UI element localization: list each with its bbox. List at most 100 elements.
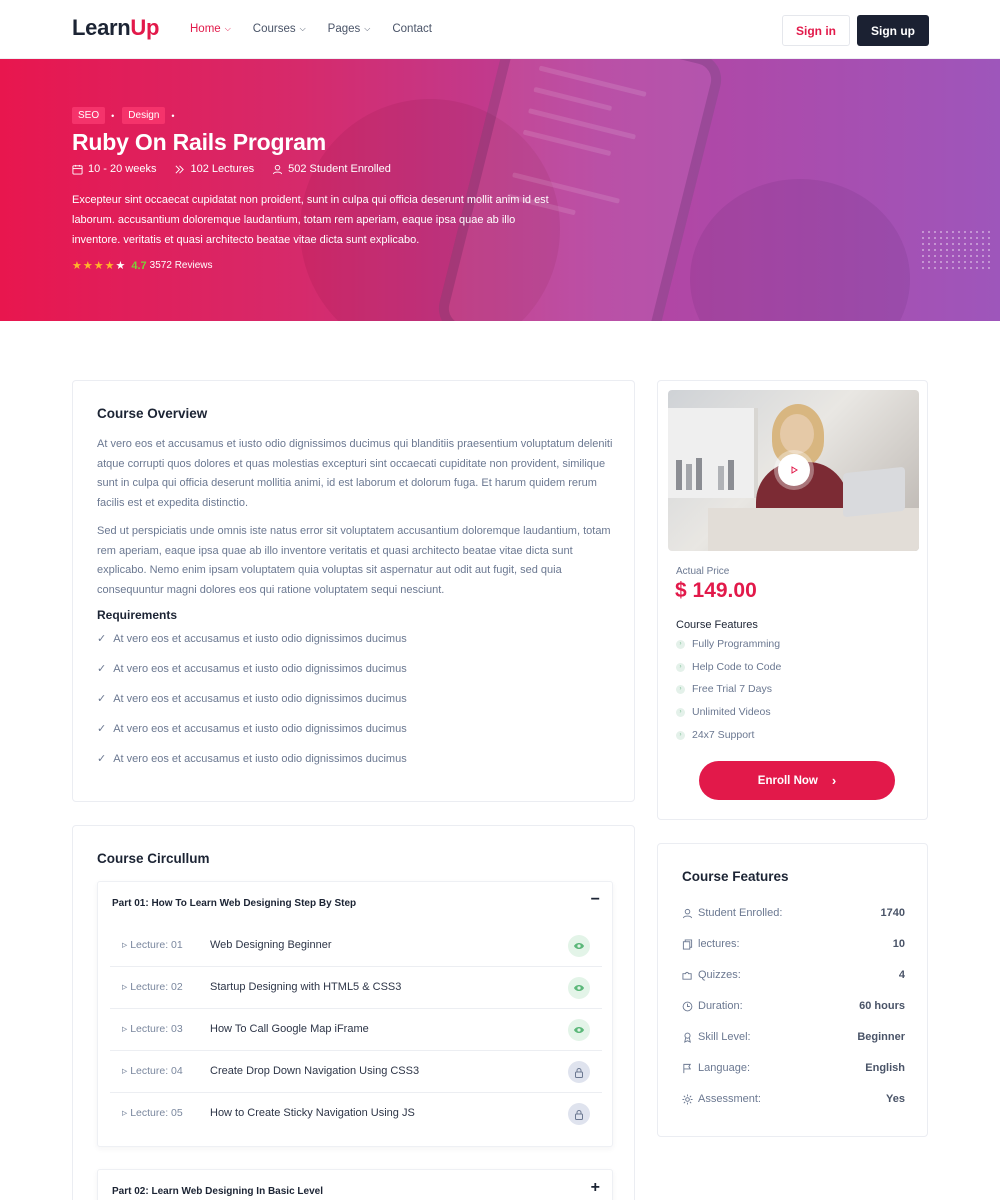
laptop-illustration [843,466,905,518]
eye-icon[interactable] [568,977,590,999]
rating: ★ ★ ★ ★ ★ 4.7 3572 Reviews [72,259,213,273]
check-icon: ✓ [97,663,107,675]
dot-pattern [920,229,990,269]
page-title: Ruby On Rails Program [72,129,326,155]
lecture-name: How To Call Google Map iFrame [210,1023,369,1035]
course-overview-card: Course Overview At vero eos et accusamus… [72,380,635,802]
play-button[interactable] [778,454,810,486]
lecture-number: ▹ Lecture: 02 [122,981,183,993]
course-meta: 10 - 20 weeks 102 Lectures 502 Student E… [72,163,409,175]
tag-list: SEO • Design • [72,107,183,124]
calendar-icon [72,164,83,175]
review-count[interactable]: 3572 Reviews [150,260,213,271]
check-icon: ✓ [97,693,107,705]
lecture-number: ▹ Lecture: 04 [122,1065,183,1077]
lecture-number: ▹ Lecture: 05 [122,1107,183,1119]
course-video-thumbnail[interactable] [668,390,919,551]
course-features-title: Course Features [682,869,789,884]
play-icon [791,466,798,474]
expand-icon[interactable]: + [591,1179,600,1197]
award-icon [684,1032,691,1043]
nav-home[interactable]: Home ⌵ [190,23,231,35]
top-header: LearnUp Home ⌵ Courses ⌵ Pages ⌵ Contact Si… [0,0,1000,59]
rating-value: 4.7 [131,259,147,272]
enroll-now-button[interactable]: Enroll Now › [699,761,895,800]
lecture-row[interactable]: ▹ Lecture: 04 Create Drop Down Navigatio… [110,1051,602,1093]
requirement-item: ✓ At vero eos et accusamus et iusto odio … [97,693,407,705]
meta-lectures: 102 Lectures [174,163,254,175]
stat-row: Duration: 60 hours [682,1000,905,1012]
user-icon [273,164,283,174]
lock-icon [568,1103,590,1125]
pricing-card: Actual Price $ 149.00 Course Features › F… [657,380,928,820]
lecture-number: ▹ Lecture: 01 [122,939,183,951]
features-title: Course Features [676,619,758,631]
curriculum-part: Part 01: How To Learn Web Designing Step… [97,881,613,1147]
course-price: $ 149.00 [675,579,757,602]
star-icon: ★ [72,260,82,272]
star-icon: ★ [104,260,115,272]
copy-icon [682,938,693,950]
nav-pages[interactable]: Pages ⌵ [328,23,371,35]
stat-row: Skill Level: Beginner [682,1031,905,1043]
lecture-row[interactable]: ▹ Lecture: 05 How to Create Sticky Navig… [110,1093,602,1135]
lecture-row[interactable]: ▹ Lecture: 01 Web Designing Beginner [110,925,602,967]
feature-item: › 24x7 Support [676,729,754,741]
chevron-right-icon: › [831,773,837,788]
part-title[interactable]: Part 02: Learn Web Designing In Basic Le… [112,1186,323,1197]
stat-row: Language: English [682,1062,905,1074]
curriculum-title: Course Circullum [97,851,210,866]
requirement-item: ✓ At vero eos et accusamus et iusto odio … [97,753,407,765]
lecture-row[interactable]: ▹ Lecture: 03 How To Call Google Map iFr… [110,1009,602,1051]
requirement-item: ✓ At vero eos et accusamus et iusto odio … [97,723,407,735]
lecture-name: Startup Designing with HTML5 & CSS3 [210,981,402,993]
star-half-icon: ★ [115,260,126,272]
collapse-icon[interactable]: − [591,891,600,909]
lock-icon [568,1061,590,1083]
chevron-down-icon: ⌵ [364,24,371,33]
star-icon: ★ [93,260,104,272]
logo[interactable]: LearnUp [72,15,159,41]
nav-courses[interactable]: Courses ⌵ [253,23,306,35]
eye-icon[interactable] [568,935,590,957]
sun-icon [682,1093,693,1105]
check-icon: ✓ [97,633,107,645]
course-features-card: Course Features Student Enrolled: 1740 l… [657,843,928,1137]
part-title[interactable]: Part 01: How To Learn Web Designing Step… [112,898,356,909]
main-nav: Home ⌵ Courses ⌵ Pages ⌵ Contact [190,23,454,35]
feature-item: › Help Code to Code [676,661,781,673]
stat-row: Student Enrolled: 1740 [682,907,905,919]
stat-row: Quizzes: 4 [682,969,905,981]
feature-item: › Unlimited Videos [676,706,771,718]
arrow-right-icon: › [676,639,685,649]
clock-icon [682,1001,693,1011]
arrow-right-icon: › [676,707,685,717]
star-icon: ★ [82,260,93,272]
price-label: Actual Price [676,566,730,577]
chevron-down-icon: ⌵ [224,24,231,33]
requirement-item: ✓ At vero eos et accusamus et iusto odio … [97,663,407,675]
lecture-name: Web Designing Beginner [210,939,332,951]
stat-row: Assessment: Yes [682,1093,905,1105]
chevron-down-icon: ⌵ [299,24,306,33]
tag-design[interactable]: Design [122,107,166,124]
lecture-row[interactable]: ▹ Lecture: 02 Startup Designing with HTM… [110,967,602,1009]
tag-seo[interactable]: SEO [72,107,106,124]
signin-button[interactable]: Sign in [782,15,850,46]
check-icon: ✓ [97,753,107,765]
lecture-name: How to Create Sticky Navigation Using JS [210,1107,415,1119]
puzzle-icon [682,971,692,980]
signup-button[interactable]: Sign up [857,15,929,46]
arrow-right-icon: › [676,684,685,694]
hero-background-shape [690,179,910,321]
eye-icon[interactable] [568,1019,590,1041]
course-curriculum-card: Course Circullum Part 01: How To Learn W… [72,825,635,1200]
shelf-illustration [668,408,758,498]
arrow-right-icon: › [676,730,685,740]
play-icon [175,165,185,173]
curriculum-part: Part 02: Learn Web Designing In Basic Le… [97,1169,613,1200]
overview-paragraph: Sed ut perspiciatis unde omnis iste natu… [97,525,611,597]
nav-contact[interactable]: Contact [392,23,432,35]
requirements-title: Requirements [97,608,178,622]
flag-icon [683,1063,692,1073]
